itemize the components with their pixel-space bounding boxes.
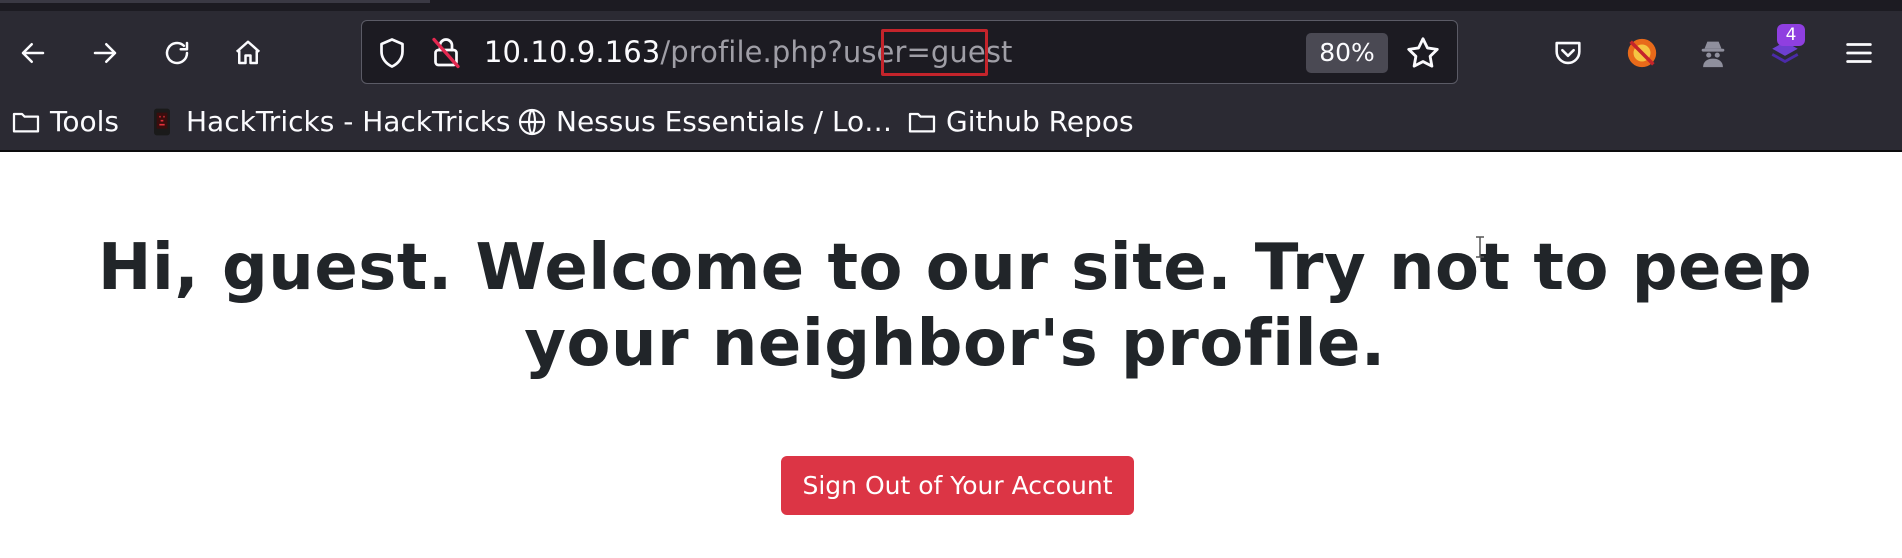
reload-icon (165, 41, 189, 65)
folder-icon (12, 112, 40, 133)
bookmark-label: Nessus Essentials / Lo… (556, 105, 893, 138)
bookmark-github-repos[interactable]: Github Repos (906, 103, 1134, 141)
home-button[interactable] (226, 31, 270, 75)
star-icon[interactable] (1404, 34, 1442, 72)
address-bar[interactable]: 10.10.9.163/profile.php?user=guest 80% (361, 20, 1458, 84)
forward-button[interactable] (83, 31, 127, 75)
navigation-toolbar: 10.10.9.163/profile.php?user=guest 80% 4 (0, 11, 1902, 93)
zoom-level-button[interactable]: 80% (1306, 33, 1388, 73)
bookmark-label: Tools (50, 105, 119, 138)
bookmark-label: Github Repos (946, 105, 1134, 138)
insecure-lock-icon[interactable] (428, 35, 464, 71)
spy-extension-button[interactable] (1691, 31, 1735, 75)
bookmark-nessus[interactable]: Nessus Essentials / Lo… (516, 103, 892, 141)
url-host: 10.10.9.163 (484, 35, 661, 69)
forward-icon (93, 43, 117, 63)
home-icon (235, 40, 261, 65)
bookmark-label: HackTricks - HackTricks (186, 105, 511, 138)
pocket-button[interactable] (1546, 31, 1590, 75)
page-content: Hi, guest. Welcome to our site. Try not … (0, 152, 1902, 558)
active-tab-edge (0, 0, 430, 3)
shield-icon[interactable] (374, 35, 410, 71)
back-button[interactable] (11, 31, 55, 75)
extension-badge: 4 (1777, 24, 1805, 46)
greeting-prefix: Hi, (97, 231, 222, 305)
back-icon (21, 43, 45, 63)
spy-icon (1701, 41, 1725, 68)
greeting-suffix: . Welcome to our site. Try not to peep y… (427, 231, 1813, 381)
menu-button[interactable] (1837, 31, 1881, 75)
bookmark-hacktricks[interactable]: HackTricks - HackTricks (146, 103, 511, 141)
bookmarks-toolbar: Tools HackTricks - HackTricks Nessus Ess… (0, 93, 1902, 152)
hacktricks-icon (154, 108, 170, 136)
sign-out-button[interactable]: Sign Out of Your Account (781, 456, 1134, 515)
pocket-icon (1555, 41, 1581, 65)
bookmark-tools[interactable]: Tools (10, 103, 119, 141)
extension-button[interactable] (1620, 31, 1664, 75)
menu-icon (1846, 43, 1872, 63)
extension-icon (1627, 38, 1657, 68)
folder-icon (908, 112, 936, 133)
welcome-heading: Hi, guest. Welcome to our site. Try not … (60, 230, 1850, 382)
url-parameter-highlight (881, 29, 988, 76)
tab-strip (0, 0, 1902, 11)
username: guest (221, 231, 428, 305)
text-cursor-icon (1476, 236, 1484, 258)
reload-button[interactable] (155, 31, 199, 75)
globe-icon (518, 108, 546, 136)
